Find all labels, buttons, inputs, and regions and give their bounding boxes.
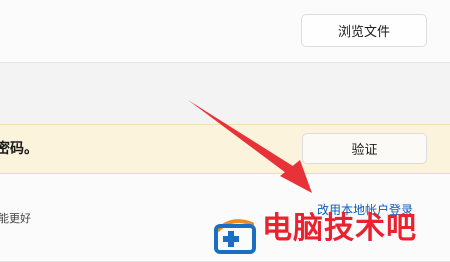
verify-message: 密码。 [0, 141, 38, 157]
browse-files-button[interactable]: 浏览文件 [301, 14, 427, 47]
verify-button[interactable]: 验证 [302, 133, 427, 164]
local-account-note: 能更好 [0, 212, 31, 225]
watermark-text: 电脑技术吧 [262, 211, 417, 246]
watermark-logo-icon [214, 219, 256, 254]
